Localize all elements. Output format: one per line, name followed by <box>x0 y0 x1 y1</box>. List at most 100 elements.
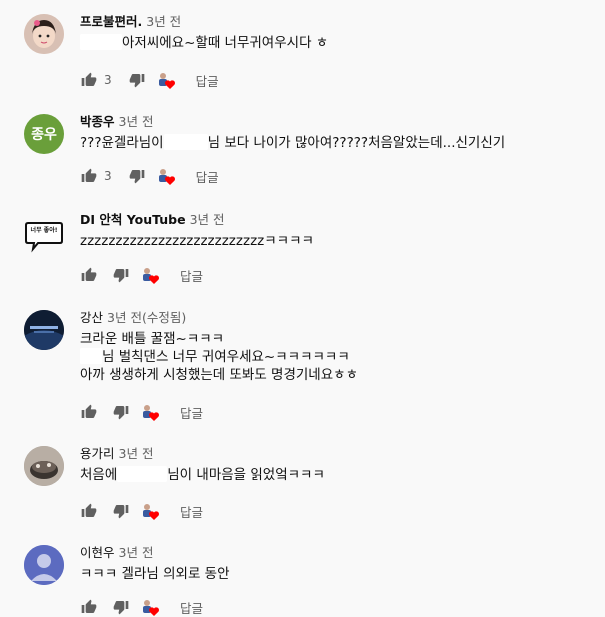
comment-text: zzzzzzzzzzzzzzzzzzzzzzzzzzㅋㅋㅋㅋ <box>80 233 314 249</box>
comment-text-before: 처음에 <box>80 467 118 483</box>
comment-text-content: 아저씨에요~할때 너무귀여우시다 ㅎ <box>122 35 329 51</box>
channel-art-icon <box>24 310 64 350</box>
reply-button[interactable]: 답글 <box>180 266 203 285</box>
reply-button[interactable]: 답글 <box>196 167 219 186</box>
avatar-initials-text: 종우 <box>31 127 57 143</box>
like-button[interactable] <box>80 72 98 88</box>
author-name[interactable]: 박종우 <box>80 114 115 129</box>
avatar-channel-art[interactable] <box>24 310 64 350</box>
comment-body: 강산 3년 전(수정됨) 크라운 배틀 꿀잼~ㅋㅋㅋ 님 벌칙댄스 너무 귀여우세… <box>80 310 595 384</box>
comment-text-after: 님이 내마음을 읽었엌ㅋㅋㅋ <box>167 467 325 483</box>
avatar-speech-bubble[interactable]: 너무 좋아! <box>24 216 64 256</box>
avatar-default[interactable] <box>24 545 64 585</box>
comment-time[interactable]: 3년 전 <box>190 212 225 227</box>
comment-actions: 3 답글 <box>80 166 219 186</box>
like-button[interactable] <box>80 168 98 184</box>
creator-heart-icon <box>143 504 159 520</box>
creator-heart[interactable] <box>140 597 160 617</box>
creator-heart-icon <box>143 268 159 284</box>
comment-time[interactable]: 3년 전 <box>119 114 154 129</box>
comment-actions: 3 답글 <box>80 70 219 90</box>
thumb-up-icon <box>81 267 97 281</box>
comment-actions: 답글 <box>80 501 203 521</box>
like-count: 3 <box>104 169 112 183</box>
comment-text-before: ???윤겔라님이 <box>80 135 164 151</box>
creator-heart-icon <box>143 405 159 421</box>
comment-time[interactable]: 3년 전 <box>119 446 154 461</box>
cake-photo-icon <box>24 446 64 486</box>
thumb-up-icon <box>81 503 97 517</box>
dislike-button[interactable] <box>112 404 130 420</box>
comment-text-after: 님 보다 나이가 많아여?????처음알았는데...신기신기 <box>207 135 506 151</box>
like-button[interactable] <box>80 503 98 519</box>
comment-text: ㅋㅋㅋ 겔라님 의외로 동안 <box>80 566 230 582</box>
comment-header: 박종우 3년 전 <box>80 114 595 130</box>
reply-button[interactable]: 답글 <box>180 403 203 422</box>
like-button[interactable] <box>80 404 98 420</box>
dislike-button[interactable] <box>128 168 146 184</box>
redacted-name <box>80 348 102 364</box>
thumb-down-icon <box>113 269 129 283</box>
creator-heart[interactable] <box>140 402 160 422</box>
creator-heart[interactable] <box>156 70 176 90</box>
redacted-name <box>163 134 208 150</box>
comment-header: 용가리 3년 전 <box>80 446 595 462</box>
dislike-button[interactable] <box>112 503 130 519</box>
comment-text: 처음에 님이 내마음을 읽었엌ㅋㅋㅋ <box>80 466 595 484</box>
comment-header: 프로불편러. 3년 전 <box>80 14 595 30</box>
comment-time[interactable]: 3년 전(수정됨) <box>107 310 186 325</box>
thumb-down-icon <box>129 170 144 184</box>
like-count: 3 <box>104 73 112 87</box>
avatar-initials[interactable]: 종우 <box>24 114 64 154</box>
creator-heart-icon <box>158 73 175 89</box>
comment-text: ???윤겔라님이 님 보다 나이가 많아여?????처음알았는데...신기신기 <box>80 134 595 152</box>
reply-button[interactable]: 답글 <box>180 502 203 521</box>
redacted-name <box>80 34 122 50</box>
comment-actions: 답글 <box>80 402 203 422</box>
thumb-up-icon <box>81 404 97 418</box>
comment-body: 프로불편러. 3년 전 아저씨에요~할때 너무귀여우시다 ㅎ <box>80 14 595 52</box>
comment-body: 이현우 3년 전 ㅋㅋㅋ 겔라님 의외로 동안 <box>80 545 595 583</box>
thumb-down-icon <box>113 505 129 519</box>
dislike-button[interactable] <box>112 267 130 283</box>
thumb-down-icon <box>129 74 144 88</box>
comment-header: DI 안척 YouTube 3년 전 <box>80 212 595 228</box>
comment-header: 강산 3년 전(수정됨) <box>80 310 595 326</box>
like-button[interactable] <box>80 267 98 283</box>
redacted-name <box>117 466 168 482</box>
comment-text-after: 님 벌칙댄스 너무 귀여우세요~ㅋㅋㅋㅋㅋㅋ <box>102 349 350 365</box>
comment-actions: 답글 <box>80 597 203 617</box>
author-name[interactable]: 용가리 <box>80 446 115 461</box>
default-user-icon <box>24 545 64 585</box>
child-photo-icon <box>24 14 64 54</box>
comment-time[interactable]: 3년 전 <box>146 14 181 29</box>
comment-text-line-1: 크라운 배틀 꿀잼~ㅋㅋㅋ <box>80 331 225 347</box>
comment-text-line-3: 아까 생생하게 시청했는데 또봐도 명경기네요ㅎㅎ <box>80 367 358 383</box>
comment-body: 박종우 3년 전 ???윤겔라님이 님 보다 나이가 많아여?????처음알았는데.… <box>80 114 595 152</box>
comment-body: DI 안척 YouTube 3년 전 zzzzzzzzzzzzzzzzzzzzzz… <box>80 212 595 250</box>
dislike-button[interactable] <box>128 72 146 88</box>
comment-actions: 답글 <box>80 265 203 285</box>
author-name[interactable]: DI 안척 YouTube <box>80 212 186 227</box>
comment-text-line-2: 님 벌칙댄스 너무 귀여우세요~ㅋㅋㅋㅋㅋㅋ <box>80 348 595 366</box>
reply-button[interactable]: 답글 <box>196 71 219 90</box>
author-name[interactable]: 이현우 <box>80 545 115 560</box>
reply-button[interactable]: 답글 <box>180 598 203 617</box>
comment-body: 용가리 3년 전 처음에 님이 내마음을 읽었엌ㅋㅋㅋ <box>80 446 595 484</box>
creator-heart-icon <box>158 169 175 185</box>
creator-heart-icon <box>143 600 159 616</box>
comment-time[interactable]: 3년 전 <box>119 545 154 560</box>
creator-heart[interactable] <box>156 166 176 186</box>
speech-bubble-text: 너무 좋아! <box>30 227 58 234</box>
creator-heart[interactable] <box>140 501 160 521</box>
comment-header: 이현우 3년 전 <box>80 545 595 561</box>
comment-text: 아저씨에요~할때 너무귀여우시다 ㅎ <box>80 34 595 52</box>
avatar-photo[interactable] <box>24 446 64 486</box>
author-name[interactable]: 프로불편러. <box>80 14 142 29</box>
avatar-profile-photo[interactable] <box>24 14 64 54</box>
thumb-up-icon <box>81 168 97 182</box>
author-name[interactable]: 강산 <box>80 310 103 325</box>
thumb-down-icon <box>113 406 129 420</box>
creator-heart[interactable] <box>140 265 160 285</box>
thumb-up-icon <box>81 72 97 86</box>
